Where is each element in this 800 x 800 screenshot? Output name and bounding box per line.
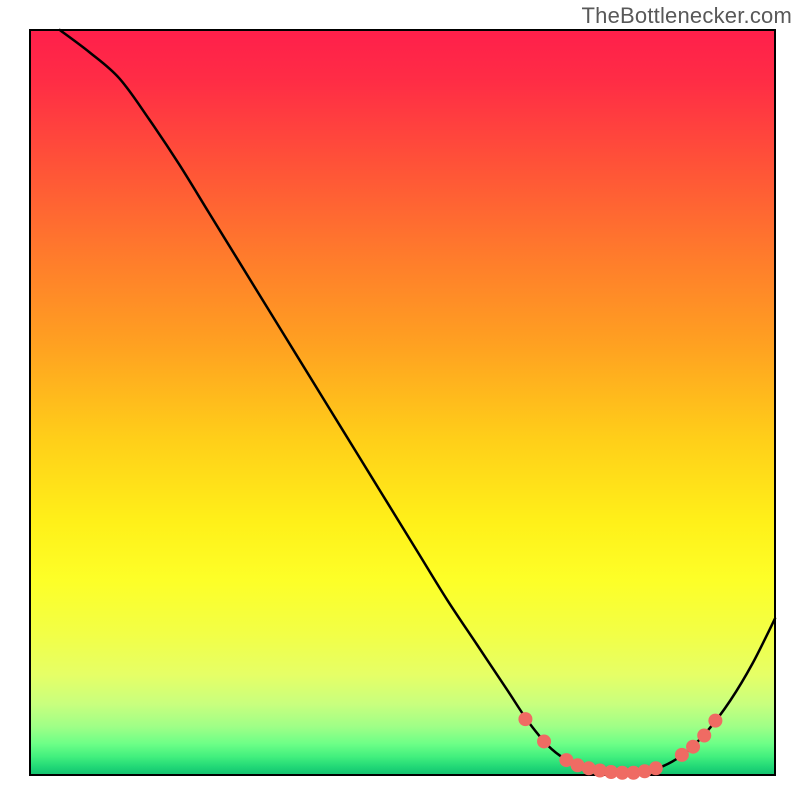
curve-marker [708, 714, 722, 728]
curve-marker [518, 712, 532, 726]
curve-marker [675, 748, 689, 762]
bottleneck-chart [0, 0, 800, 800]
plot-background [30, 30, 775, 775]
curve-marker [697, 729, 711, 743]
curve-marker [537, 734, 551, 748]
chart-frame: TheBottlenecker.com [0, 0, 800, 800]
curve-marker [686, 740, 700, 754]
attribution-watermark: TheBottlenecker.com [582, 3, 792, 29]
curve-marker [649, 761, 663, 775]
